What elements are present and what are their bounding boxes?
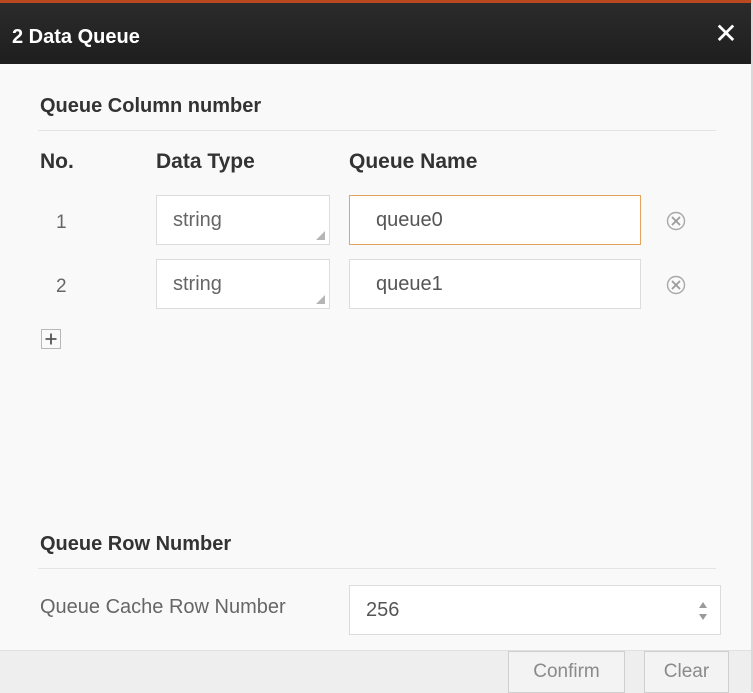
header-queue-name: Queue Name [349,150,478,173]
data-type-value: string [173,273,222,295]
clear-button[interactable]: Clear [644,651,729,693]
data-type-select[interactable]: string [156,195,330,245]
resize-handle-icon [316,295,325,304]
data-queue-dialog: 2 Data Queue ✕ Queue Column number No. D… [0,0,753,693]
section-divider [38,130,716,131]
queue-name-input[interactable] [349,259,641,309]
data-type-select[interactable]: string [156,259,330,309]
row-number: 1 [56,212,67,233]
section-divider [38,568,716,569]
cache-row-number-value: 256 [366,599,400,621]
header-no: No. [40,150,74,173]
dialog-titlebar: 2 Data Queue ✕ [0,0,751,64]
plus-icon [45,333,57,345]
queue-column-section-title: Queue Column number [40,95,262,117]
dialog-title: 2 Data Queue [12,26,140,48]
dialog-footer: Confirm Clear [0,650,751,693]
close-button[interactable]: ✕ [711,20,741,50]
confirm-button[interactable]: Confirm [508,651,625,693]
resize-handle-icon [316,231,325,240]
spinner-arrows-icon[interactable] [698,600,708,622]
header-data-type: Data Type [156,150,255,173]
queue-row-section-title: Queue Row Number [40,533,232,555]
add-row-button[interactable] [41,329,61,349]
remove-circle-icon[interactable] [665,274,687,296]
queue-name-input[interactable] [349,195,641,245]
row-number: 2 [56,276,67,297]
cache-row-number-label: Queue Cache Row Number [40,596,286,618]
data-type-value: string [173,209,222,231]
cache-row-number-input[interactable]: 256 [349,585,721,635]
remove-circle-icon[interactable] [665,210,687,232]
